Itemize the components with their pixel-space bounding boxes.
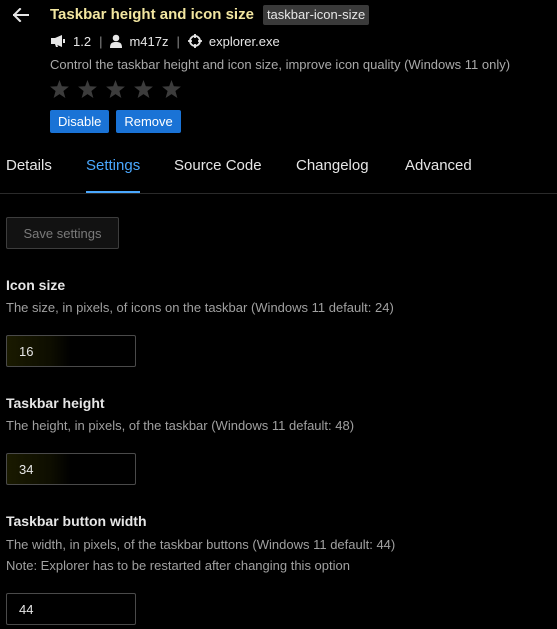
star-icon[interactable]: [134, 80, 153, 98]
author-info[interactable]: m417z: [110, 33, 169, 49]
tab-bar: Details Settings Source Code Changelog A…: [0, 150, 557, 194]
tab-settings[interactable]: Settings: [86, 157, 141, 193]
setting-note-taskbar-button-width: Note: Explorer has to be restarted after…: [6, 558, 350, 573]
setting-title-taskbar-height: Taskbar height: [6, 395, 105, 411]
mod-description: Control the taskbar height and icon size…: [50, 57, 511, 72]
process-text: explorer.exe: [208, 33, 280, 49]
taskbar-button-width-input[interactable]: [6, 593, 136, 625]
back-arrow-icon: [13, 8, 29, 22]
person-icon: [110, 34, 123, 48]
megaphone-icon: [51, 35, 65, 47]
author-text: m417z: [129, 33, 169, 49]
star-icon[interactable]: [50, 80, 69, 98]
crosshair-icon: [187, 34, 202, 48]
setting-desc-icon-size: The size, in pixels, of icons on the tas…: [6, 300, 394, 315]
mod-title: Taskbar height and icon size: [50, 6, 254, 23]
mod-details-page: Taskbar height and icon size taskbar-ico…: [0, 0, 557, 629]
icon-size-input[interactable]: [6, 335, 136, 367]
process-info: explorer.exe: [187, 33, 280, 49]
tab-details[interactable]: Details: [6, 157, 52, 193]
version-text: 1.2: [73, 33, 92, 49]
star-icon[interactable]: [106, 80, 125, 98]
version-info: 1.2: [50, 34, 91, 49]
save-settings-button[interactable]: Save settings: [6, 217, 119, 249]
star-icon[interactable]: [162, 80, 181, 98]
back-button[interactable]: [10, 5, 32, 25]
tab-changelog[interactable]: Changelog: [296, 157, 369, 193]
rating-stars[interactable]: [50, 80, 181, 98]
action-buttons: Disable Remove: [50, 110, 181, 133]
meta-separator: |: [176, 33, 180, 49]
star-icon[interactable]: [78, 80, 97, 98]
title-row: Taskbar height and icon size taskbar-ico…: [50, 4, 370, 26]
disable-button[interactable]: Disable: [50, 110, 110, 133]
setting-title-icon-size: Icon size: [6, 277, 66, 293]
remove-button[interactable]: Remove: [116, 110, 181, 133]
setting-title-taskbar-button-width: Taskbar button width: [6, 513, 147, 529]
taskbar-height-input[interactable]: [6, 453, 136, 485]
meta-separator: |: [99, 33, 103, 49]
tab-advanced[interactable]: Advanced: [405, 157, 472, 193]
setting-desc-taskbar-button-width: The width, in pixels, of the taskbar but…: [6, 537, 396, 552]
meta-row: 1.2 | m417z | explorer.exe: [50, 31, 280, 51]
setting-desc-taskbar-height: The height, in pixels, of the taskbar (W…: [6, 418, 355, 433]
mod-id-badge: taskbar-icon-size: [262, 5, 370, 25]
tab-source-code[interactable]: Source Code: [174, 157, 262, 193]
